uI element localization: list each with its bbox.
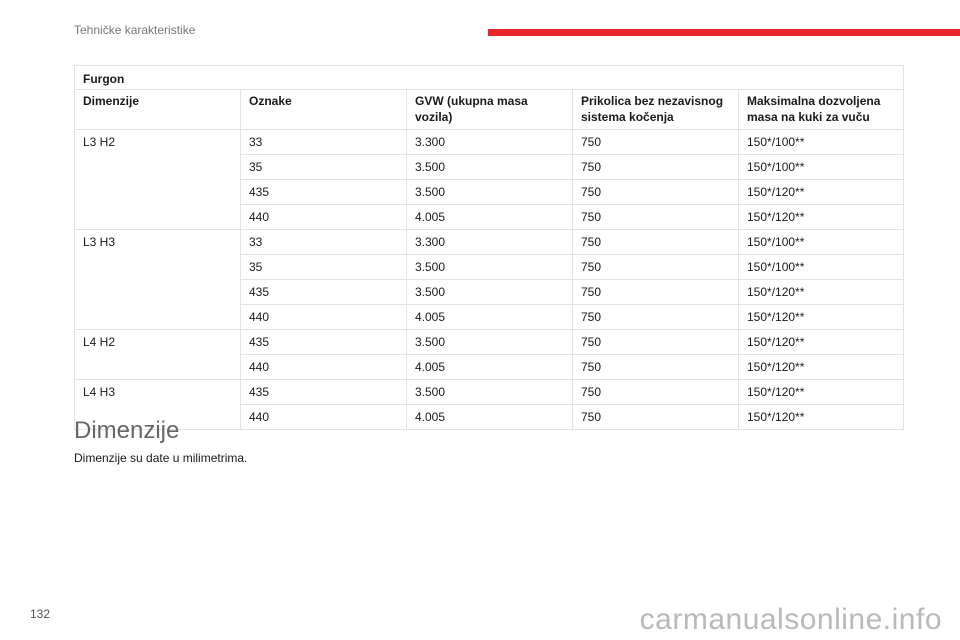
cell-prikolica: 750 <box>572 229 739 255</box>
cell-oznaka: 435 <box>240 329 407 355</box>
cell-oznaka: 33 <box>240 129 407 155</box>
cell-kuka: 150*/100** <box>737 254 905 280</box>
cell-oznaka: 33 <box>240 229 407 255</box>
cell-kuka: 150*/120** <box>737 329 905 355</box>
cell-kuka: 150*/120** <box>737 304 905 330</box>
cell-gvw: 4.005 <box>406 404 573 430</box>
cell-gvw: 3.300 <box>406 129 573 155</box>
cell-gvw: 3.300 <box>406 229 573 255</box>
watermark: carmanualsonline.info <box>639 603 942 636</box>
cell-oznaka: 435 <box>240 179 407 205</box>
table-row: L3 H2 33 3.300 750 150*/100** <box>74 129 905 230</box>
cell-gvw: 3.500 <box>406 329 573 355</box>
cell-prikolica: 750 <box>572 279 739 305</box>
cell-prikolica: 750 <box>572 254 739 280</box>
cell-dimension: L4 H2 <box>74 329 241 380</box>
cell-gvw: 4.005 <box>406 304 573 330</box>
cell-oznaka: 35 <box>240 154 407 180</box>
cell-kuka: 150*/120** <box>737 179 905 205</box>
section-text: Dimenzije su date u milimetrima. <box>74 451 248 465</box>
section-heading: Dimenzije <box>74 417 180 444</box>
table-body: L3 H2 33 3.300 750 150*/100** 35 3.500 750 150*/… <box>74 129 905 430</box>
cell-gvw: 3.500 <box>406 154 573 180</box>
cell-kuka: 150*/120** <box>737 379 905 405</box>
cell-kuka: 150*/120** <box>737 354 905 380</box>
cell-dimension: L3 H2 <box>74 129 241 230</box>
cell-oznaka: 440 <box>240 354 407 380</box>
cell-dimension: L3 H3 <box>74 229 241 330</box>
cell-prikolica: 750 <box>572 129 739 155</box>
column-header-kuka: Maksimalna dozvoljena masa na kuki za vu… <box>737 89 905 130</box>
cell-kuka: 150*/120** <box>737 404 905 430</box>
cell-gvw: 3.500 <box>406 379 573 405</box>
cell-oznaka: 440 <box>240 404 407 430</box>
table-row: L3 H3 33 3.300 750 150*/100** <box>74 229 905 330</box>
cell-oznaka: 435 <box>240 279 407 305</box>
cell-kuka: 150*/120** <box>737 204 905 230</box>
table-row: L4 H2 435 3.500 750 150*/120** <box>74 329 905 380</box>
cell-prikolica: 750 <box>572 179 739 205</box>
cell-gvw: 3.500 <box>406 254 573 280</box>
cell-prikolica: 750 <box>572 204 739 230</box>
cell-kuka: 150*/100** <box>737 129 905 155</box>
cell-oznaka: 440 <box>240 304 407 330</box>
cell-prikolica: 750 <box>572 354 739 380</box>
table-row: L4 H3 435 3.500 750 150*/120** <box>74 379 905 430</box>
cell-oznaka: 440 <box>240 204 407 230</box>
header-accent-bar <box>488 29 960 36</box>
column-header-prikolica: Prikolica bez nezavisnog sistema kočenja <box>572 89 739 130</box>
cell-oznaka: 35 <box>240 254 407 280</box>
cell-gvw: 3.500 <box>406 179 573 205</box>
cell-prikolica: 750 <box>572 154 739 180</box>
page-number: 132 <box>30 607 51 621</box>
cell-prikolica: 750 <box>572 304 739 330</box>
cell-kuka: 150*/100** <box>737 154 905 180</box>
cell-prikolica: 750 <box>572 379 739 405</box>
cell-kuka: 150*/100** <box>737 229 905 255</box>
column-header-dimenzije: Dimenzije <box>74 89 241 130</box>
cell-oznaka: 435 <box>240 379 407 405</box>
cell-gvw: 4.005 <box>406 204 573 230</box>
table-caption: Furgon <box>73 65 905 90</box>
cell-gvw: 4.005 <box>406 354 573 380</box>
column-header-gvw: GVW (ukupna masa vozila) <box>406 89 573 130</box>
cell-gvw: 3.500 <box>406 279 573 305</box>
specs-table: Furgon Dimenzije Oznake GVW (ukupna masa… <box>73 65 905 430</box>
cell-prikolica: 750 <box>572 404 739 430</box>
cell-kuka: 150*/120** <box>737 279 905 305</box>
page-header-title: Tehničke karakteristike <box>74 23 196 37</box>
cell-prikolica: 750 <box>572 329 739 355</box>
column-header-oznake: Oznake <box>240 89 407 130</box>
